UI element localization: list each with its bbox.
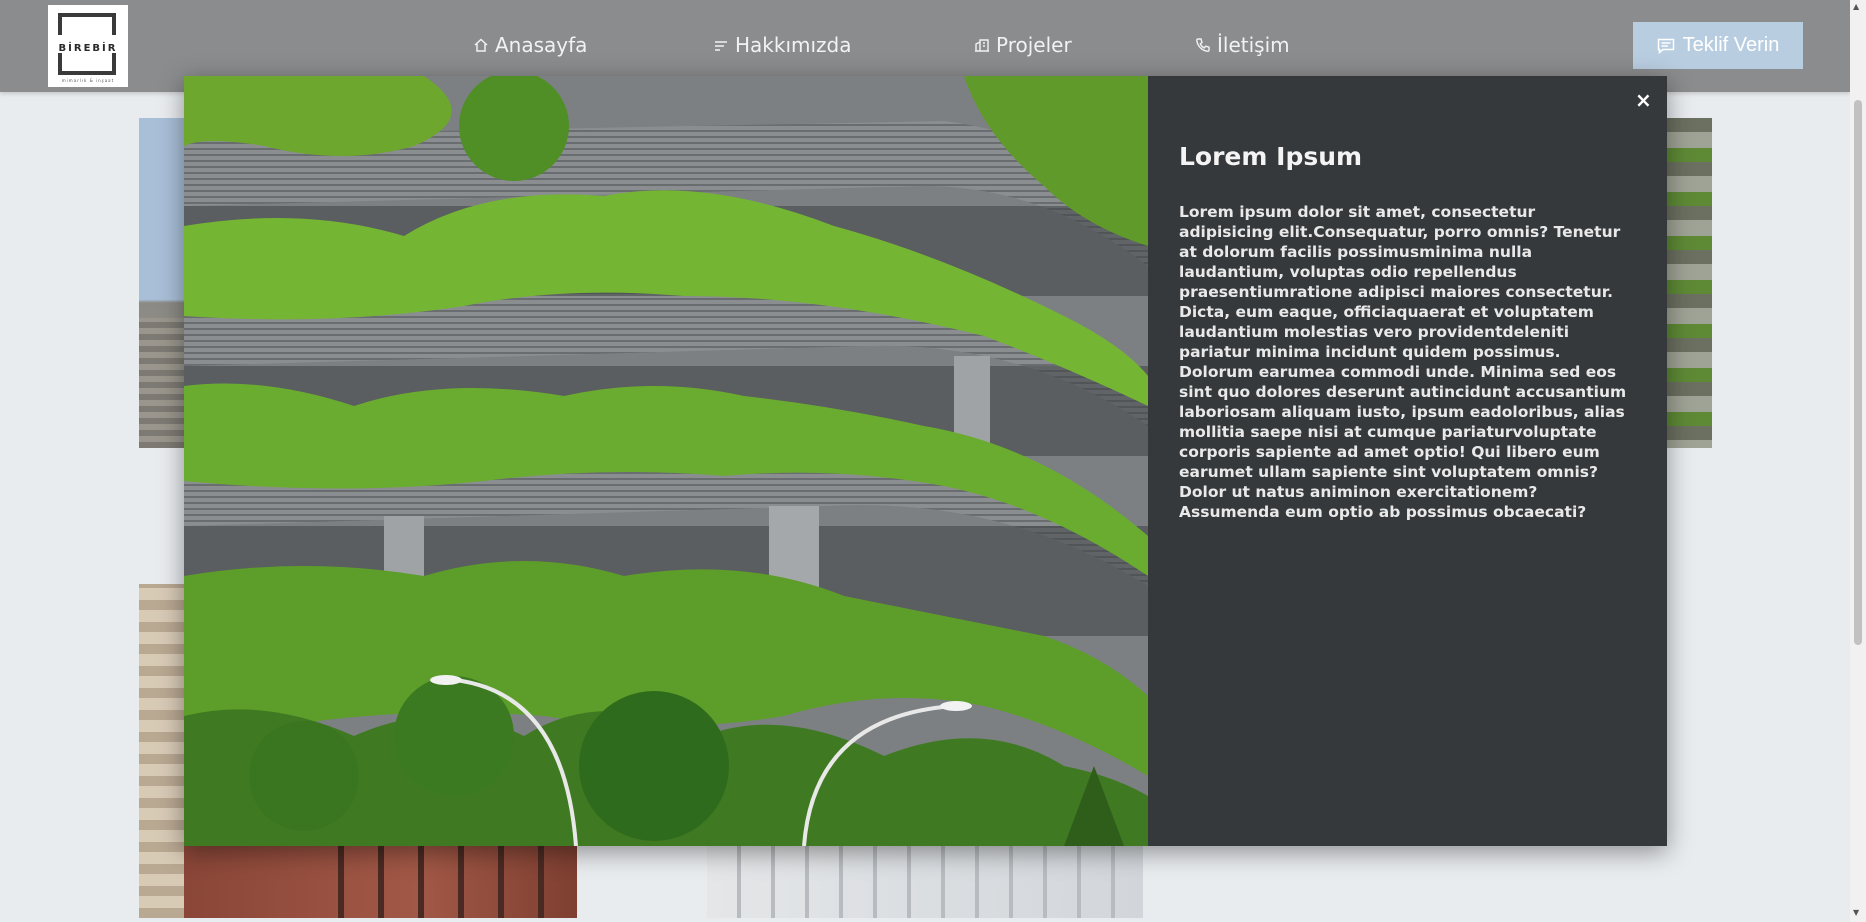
gallery-tile-bottom-center[interactable]	[707, 846, 1143, 918]
gallery-tile-left[interactable]	[139, 118, 185, 448]
lines-icon	[715, 41, 727, 51]
gallery-tile-bottom-left[interactable]	[184, 846, 577, 918]
logo-wordmark: BİREBİR	[58, 43, 118, 54]
nav-label: İletişim	[1217, 33, 1290, 57]
project-modal: × Lorem Ipsum Lorem ipsum dolor sit amet…	[184, 76, 1667, 846]
phone-icon	[1196, 38, 1210, 53]
cta-label: Teklif Verin	[1682, 34, 1780, 56]
building-icon	[975, 39, 989, 52]
page-scrollbar[interactable]: ▲ ▼	[1850, 0, 1866, 922]
gallery-tile-right[interactable]	[1666, 118, 1712, 448]
scroll-up-arrow-icon[interactable]: ▲	[1853, 2, 1859, 11]
close-icon[interactable]: ×	[1635, 88, 1652, 112]
site-logo[interactable]: BİREBİR mimarlık & inşaat	[48, 5, 128, 87]
nav-item-anasayfa[interactable]: Anasayfa	[473, 30, 587, 60]
gallery-tile-bottom-left-edge[interactable]	[139, 584, 185, 918]
nav-item-hakkimizda[interactable]: Hakkımızda	[713, 30, 852, 60]
modal-content: × Lorem Ipsum Lorem ipsum dolor sit amet…	[1179, 76, 1667, 846]
nav-item-projeler[interactable]: Projeler	[974, 30, 1072, 60]
modal-description: Lorem ipsum dolor sit amet, consectetur …	[1179, 203, 1627, 521]
modal-project-image	[184, 76, 1148, 846]
modal-title: Lorem Ipsum	[1179, 142, 1363, 171]
message-icon	[1657, 38, 1674, 54]
nav-label: Anasayfa	[495, 33, 588, 57]
home-icon	[474, 38, 488, 52]
nav-item-iletisim[interactable]: İletişim	[1195, 30, 1290, 60]
nav-label: Projeler	[996, 33, 1072, 57]
nav-label: Hakkımızda	[735, 33, 852, 57]
green-building-illustration	[184, 76, 1148, 846]
scroll-down-arrow-icon[interactable]: ▼	[1853, 908, 1859, 917]
teklif-verin-button[interactable]: Teklif Verin	[1633, 22, 1803, 69]
scrollbar-thumb[interactable]	[1854, 100, 1862, 645]
logo-tagline: mimarlık & inşaat	[61, 78, 115, 83]
